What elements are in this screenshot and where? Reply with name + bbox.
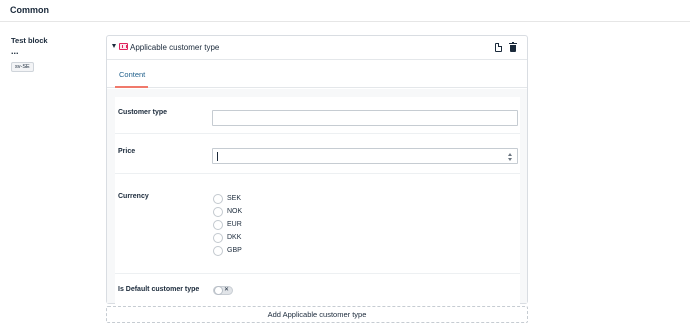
customer-type-label: Customer type (118, 109, 168, 116)
tab-content[interactable]: Content (115, 61, 149, 88)
active-tab-indicator (115, 86, 148, 88)
page-title: Common (10, 5, 49, 15)
tab-bar: Content (107, 61, 527, 88)
radio-label: NOK (227, 208, 243, 215)
radio-label: SEK (227, 195, 242, 202)
card-title[interactable]: Applicable customer type (130, 43, 219, 52)
language-badge: sv-SE (11, 62, 34, 72)
block-name: Test block (11, 36, 48, 45)
is-default-toggle[interactable]: ✕ (213, 286, 233, 295)
more-options-button[interactable]: ... (11, 47, 48, 56)
customer-type-input[interactable] (212, 110, 518, 126)
is-default-label: Is Default customer type (118, 286, 200, 293)
customer-type-row: Customer type (115, 97, 520, 134)
toggle-knob (214, 286, 223, 295)
radio-circle[interactable] (213, 207, 223, 217)
text-cursor (217, 152, 218, 161)
card-header: Applicable customer type (107, 36, 527, 60)
price-label: Price (118, 148, 136, 155)
spin-up-icon[interactable] (508, 153, 512, 156)
price-input[interactable] (212, 148, 518, 164)
block-card: Applicable customer type Content Custome… (106, 35, 528, 304)
radio-circle[interactable] (213, 246, 223, 256)
block-meta: Test block ... sv-SE (11, 36, 48, 73)
radio-label: DKK (227, 234, 242, 241)
close-icon: ✕ (224, 287, 230, 293)
radio-circle[interactable] (213, 194, 223, 204)
form-area: Customer type Price Currency SEK NOK EUR… (107, 89, 527, 304)
radio-label: EUR (227, 221, 242, 228)
radio-circle[interactable] (213, 233, 223, 243)
currency-label: Currency (118, 193, 149, 200)
page-header: Common (0, 0, 690, 22)
radio-circle[interactable] (213, 220, 223, 230)
trash-icon[interactable] (509, 42, 517, 52)
copy-icon[interactable] (495, 43, 502, 52)
number-spinner[interactable] (508, 153, 513, 161)
is-default-row: Is Default customer type ✕ (115, 274, 520, 304)
spin-down-icon[interactable] (508, 158, 512, 161)
currency-row: Currency SEK NOK EUR DKK GBP (115, 174, 520, 274)
radio-label: GBP (227, 247, 242, 254)
chevron-down-icon[interactable] (112, 44, 116, 48)
add-customer-type-button[interactable]: Add Applicable customer type (106, 306, 528, 323)
form-panel: Customer type Price Currency SEK NOK EUR… (115, 97, 520, 304)
price-row: Price (115, 134, 520, 174)
block-type-icon (119, 43, 128, 50)
